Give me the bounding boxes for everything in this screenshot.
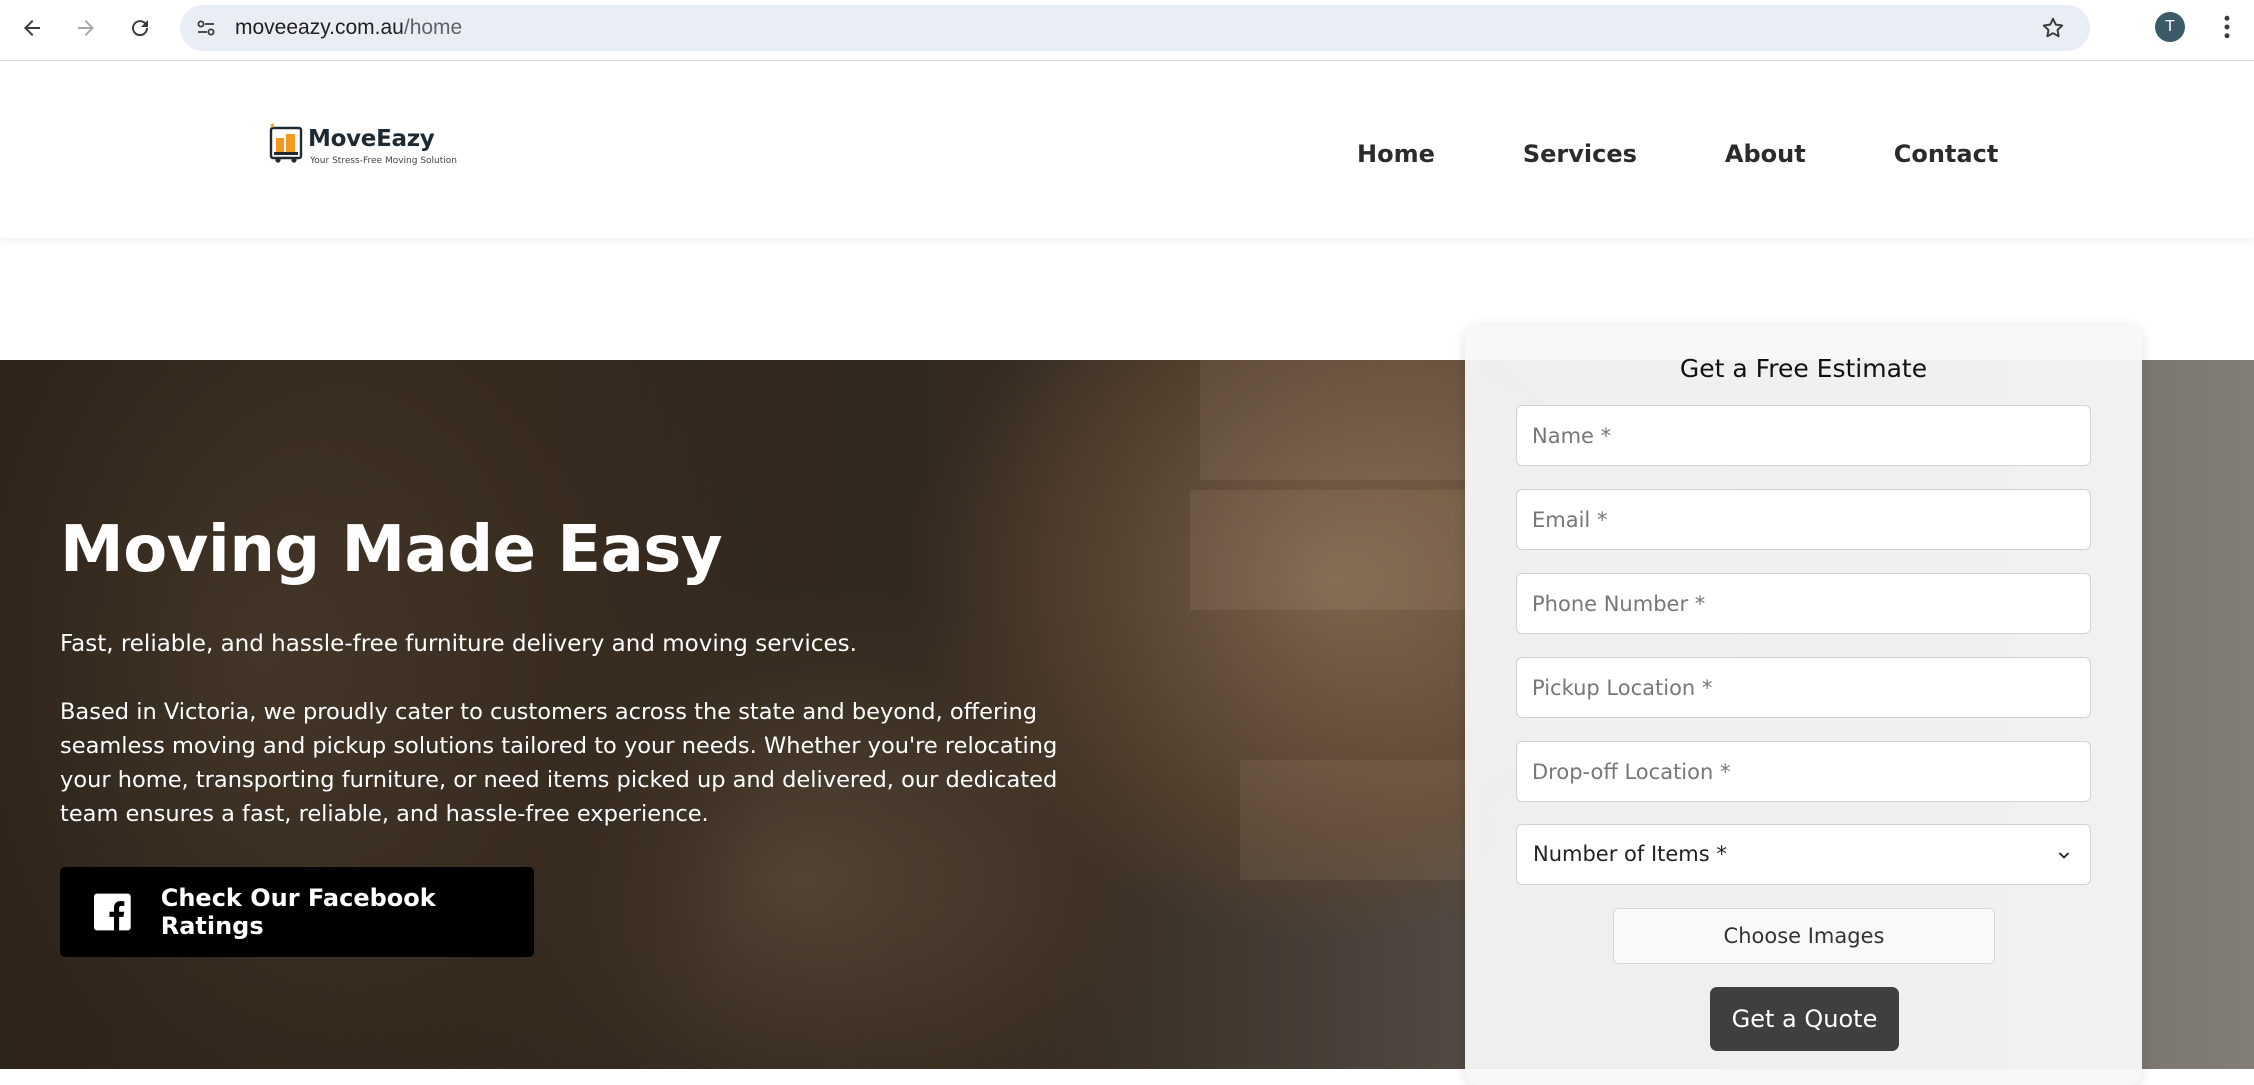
hero-description: Based in Victoria, we proudly cater to c… (60, 699, 1058, 827)
url-host: moveeazy.com.au (235, 16, 404, 39)
url-text[interactable]: moveeazy.com.au/home (235, 16, 462, 40)
hero-title: Moving Made Easy (60, 513, 723, 587)
dropoff-location-input[interactable] (1516, 741, 2091, 802)
phone-number-input[interactable] (1516, 573, 2091, 634)
back-arrow-icon[interactable] (12, 12, 52, 44)
facebook-ratings-button[interactable]: Check Our Facebook Ratings (60, 867, 534, 957)
chevron-down-icon (2058, 852, 2070, 859)
facebook-icon (94, 893, 131, 931)
choose-images-button[interactable]: Choose Images (1613, 908, 1995, 964)
logo-tagline: Your Stress-Free Moving Solution (310, 156, 457, 166)
facebook-ratings-label: Check Our Facebook Ratings (160, 884, 436, 940)
estimate-form-card: Get a Free Estimate Number of Items * Ch… (1465, 325, 2142, 1085)
logo-name: MoveEazy (308, 126, 435, 152)
site-logo[interactable]: MoveEazy Your Stress-Free Moving Solutio… (268, 120, 468, 176)
moving-truck-logo-icon (269, 123, 303, 163)
pickup-location-input[interactable] (1516, 657, 2091, 718)
number-of-items-select[interactable]: Number of Items * (1516, 824, 2091, 885)
site-info-icon[interactable] (194, 16, 218, 40)
url-path: /home (403, 16, 463, 39)
nav-link-home[interactable]: Home (1357, 139, 1435, 169)
kebab-menu-icon[interactable] (2212, 12, 2242, 42)
forward-arrow-icon[interactable] (66, 12, 106, 44)
browser-toolbar: moveeazy.com.au/home T (0, 0, 2254, 61)
site-header: MoveEazy Your Stress-Free Moving Solutio… (0, 62, 2254, 238)
main-navigation: Home Services About Contact (1357, 139, 1998, 169)
nav-link-about[interactable]: About (1725, 139, 1806, 169)
address-bar[interactable]: moveeazy.com.au/home (180, 5, 2090, 51)
get-a-quote-button[interactable]: Get a Quote (1710, 987, 1899, 1051)
reload-icon[interactable] (120, 12, 160, 44)
estimate-form-title: Get a Free Estimate (1679, 354, 1928, 383)
nav-link-services[interactable]: Services (1523, 139, 1637, 169)
profile-avatar[interactable]: T (2155, 12, 2185, 42)
name-input[interactable] (1516, 405, 2091, 466)
email-input[interactable] (1516, 489, 2091, 550)
number-of-items-value: Number of Items * (1533, 842, 1727, 866)
hero-subtitle: Fast, reliable, and hassle-free furnitur… (60, 631, 857, 657)
hero-background-box (1190, 490, 1490, 610)
hero-background-box (1240, 760, 1480, 880)
bookmark-star-icon[interactable] (2040, 15, 2066, 41)
nav-link-contact[interactable]: Contact (1894, 139, 1999, 169)
hero-background-box (1200, 360, 1480, 480)
